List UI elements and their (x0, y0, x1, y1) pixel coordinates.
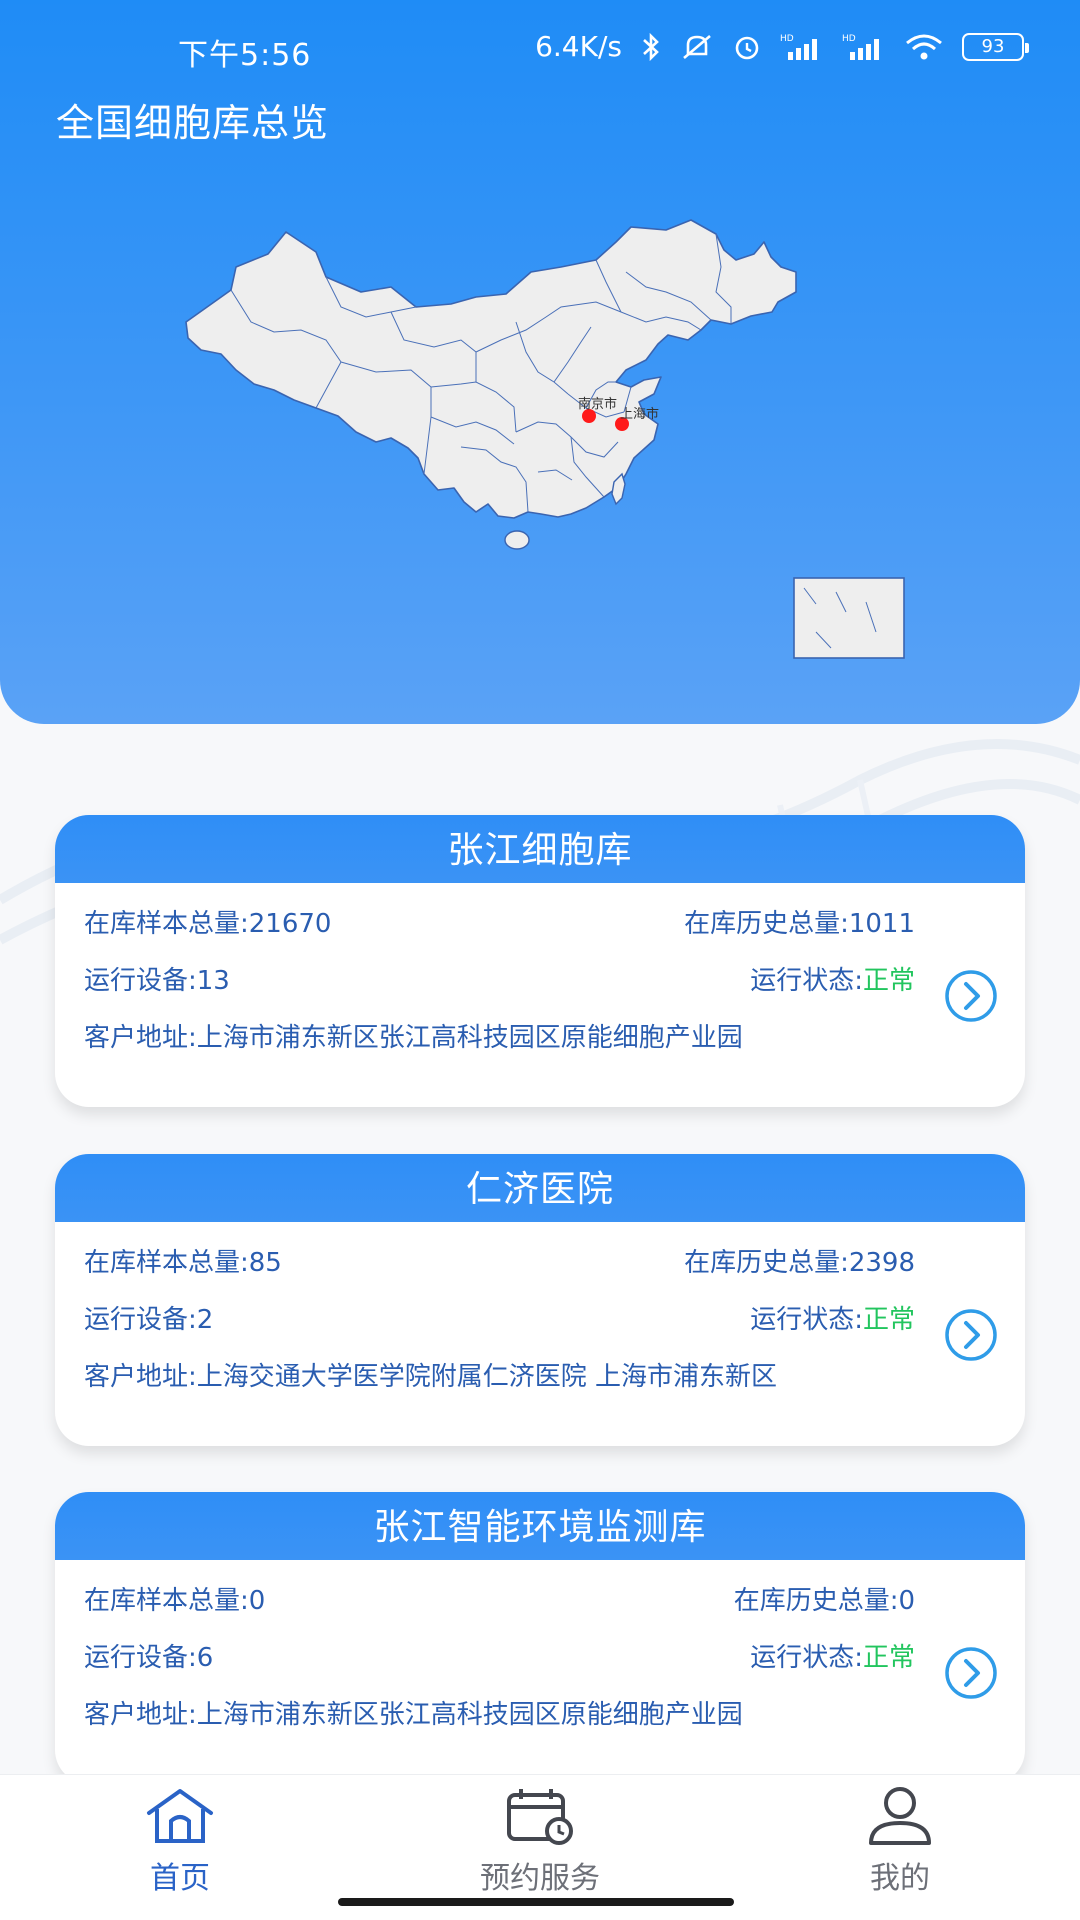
svg-text:南京市: 南京市 (578, 396, 617, 411)
user-icon (869, 1787, 931, 1845)
svg-text:上海市: 上海市 (620, 406, 659, 421)
cell-bank-card: 张江智能环境监测库 在库样本总量:0 在库历史总量:0 运行设备:6 运行状态:… (55, 1492, 1025, 1784)
tab-home-label: 首页 (150, 1861, 210, 1896)
running-status-label: 运行状态: (750, 1305, 863, 1335)
svg-text:HD: HD (842, 34, 856, 44)
card-title: 仁济医院 (55, 1154, 1025, 1222)
south-sea-inset (793, 577, 905, 659)
china-map: 南京市 上海市 (185, 219, 905, 659)
map-mainland (185, 219, 797, 519)
customer-address: 客户地址:上海交通大学医学院附属仁济医院 上海市浦东新区 (84, 1362, 778, 1392)
bluetooth-icon (640, 32, 662, 62)
running-devices: 运行设备:6 (84, 1643, 214, 1673)
battery-icon: 93 (962, 32, 1029, 61)
map-outline (185, 219, 797, 519)
card-body: 在库样本总量:0 在库历史总量:0 运行设备:6 运行状态:正常 客户地址:上海… (55, 1560, 1025, 1784)
wifi-icon (904, 32, 944, 62)
cell-bank-card: 仁济医院 在库样本总量:85 在库历史总量:2398 运行设备:2 运行状态:正… (55, 1154, 1025, 1446)
chevron-right-icon[interactable] (943, 1645, 999, 1701)
running-devices: 运行设备:2 (84, 1305, 214, 1335)
running-status-label: 运行状态: (750, 966, 863, 996)
running-status-label: 运行状态: (750, 1643, 863, 1673)
customer-address: 客户地址:上海市浦东新区张江高科技园区原能细胞产业园 (84, 1023, 743, 1053)
status-icons: 6.4K/s HD HD 93 (535, 30, 1029, 63)
history-total: 在库历史总量:2398 (684, 1248, 915, 1278)
signal-hd-icon: HD (780, 32, 824, 62)
running-status: 运行状态:正常 (750, 1299, 915, 1336)
tab-booking[interactable]: 预约服务 (440, 1785, 640, 1896)
overview-header: 下午5:56 6.4K/s HD HD 93 全国细胞库总览 南京市 上海市 (0, 0, 1080, 724)
running-status-value: 正常 (862, 966, 915, 996)
running-status-value: 正常 (862, 1643, 915, 1673)
tab-mine-label: 我的 (870, 1861, 930, 1896)
app-screen: 下午5:56 6.4K/s HD HD 93 全国细胞库总览 南京市 上海市 张… (0, 0, 1080, 1920)
running-status-value: 正常 (862, 1305, 915, 1335)
home-indicator[interactable] (338, 1898, 734, 1906)
sample-total: 在库样本总量:21670 (84, 909, 332, 939)
running-devices: 运行设备:13 (84, 966, 230, 996)
calendar-clock-icon (507, 1789, 573, 1845)
sample-total: 在库样本总量:0 (84, 1586, 266, 1616)
customer-address: 客户地址:上海市浦东新区张江高科技园区原能细胞产业园 (84, 1700, 743, 1730)
signal-hd-icon: HD (842, 32, 886, 62)
card-title: 张江智能环境监测库 (55, 1492, 1025, 1560)
mute-icon (680, 32, 714, 62)
tab-mine[interactable]: 我的 (800, 1785, 1000, 1896)
running-status: 运行状态:正常 (750, 1637, 915, 1674)
history-total: 在库历史总量:1011 (684, 909, 915, 939)
status-bar: 下午5:56 6.4K/s HD HD 93 (0, 30, 1080, 74)
alarm-icon (732, 32, 762, 62)
history-total: 在库历史总量:0 (733, 1586, 915, 1616)
card-body: 在库样本总量:85 在库历史总量:2398 运行设备:2 运行状态:正常 客户地… (55, 1222, 1025, 1446)
net-speed: 6.4K/s (535, 30, 622, 63)
svg-text:HD: HD (780, 34, 794, 44)
chevron-right-icon[interactable] (943, 1307, 999, 1363)
card-title: 张江细胞库 (55, 815, 1025, 883)
sample-total: 在库样本总量:85 (84, 1248, 282, 1278)
cell-bank-card: 张江细胞库 在库样本总量:21670 在库历史总量:1011 运行设备:13 运… (55, 815, 1025, 1107)
status-time: 下午5:56 (178, 38, 312, 73)
tab-home[interactable]: 首页 (80, 1785, 280, 1896)
map-hainan (504, 530, 530, 550)
running-status: 运行状态:正常 (750, 960, 915, 997)
card-body: 在库样本总量:21670 在库历史总量:1011 运行设备:13 运行状态:正常… (55, 883, 1025, 1107)
home-icon (147, 1789, 213, 1843)
tab-booking-label: 预约服务 (480, 1861, 600, 1896)
page-title: 全国细胞库总览 (56, 101, 330, 145)
chevron-right-icon[interactable] (943, 968, 999, 1024)
